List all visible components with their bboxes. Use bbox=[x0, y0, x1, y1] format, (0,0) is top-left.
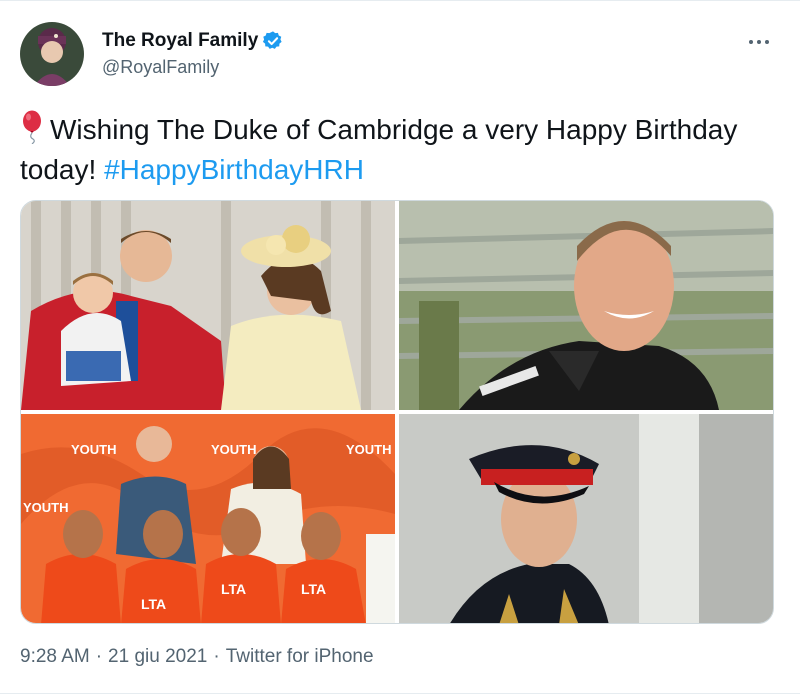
account-handle[interactable]: @RoyalFamily bbox=[102, 57, 284, 78]
svg-text:YOUTH: YOUTH bbox=[71, 442, 117, 457]
youth-tennis-event-photo[interactable]: YOUTH YOUTH YOUTH YOUTH LTA LTA LTA bbox=[21, 414, 395, 623]
tweet-header: The Royal Family @RoyalFamily bbox=[20, 22, 780, 92]
balloon-icon bbox=[20, 110, 44, 145]
meta-separator: · bbox=[95, 646, 103, 667]
tweet-source[interactable]: Twitter for iPhone bbox=[226, 646, 374, 668]
family-balcony-photo[interactable] bbox=[21, 201, 395, 410]
avatar[interactable] bbox=[20, 22, 84, 86]
media-grid: YOUTH YOUTH YOUTH YOUTH LTA LTA LTA bbox=[20, 200, 774, 624]
military-uniform-portrait-photo[interactable] bbox=[399, 414, 773, 623]
tweet-date[interactable]: 21 giu 2021 bbox=[108, 646, 207, 668]
svg-text:LTA: LTA bbox=[141, 596, 166, 612]
bottom-divider bbox=[0, 693, 800, 694]
svg-text:LTA: LTA bbox=[301, 581, 326, 597]
tweet-metadata: 9:28 AM · 21 giu 2021 · Twitter for iPho… bbox=[20, 646, 374, 668]
display-name[interactable]: The Royal Family bbox=[102, 30, 258, 52]
tweet-text: Wishing The Duke of Cambridge a very Hap… bbox=[20, 110, 760, 190]
hashtag-link[interactable]: #HappyBirthdayHRH bbox=[104, 154, 364, 185]
account-names: The Royal Family @RoyalFamily bbox=[102, 29, 284, 78]
svg-text:YOUTH: YOUTH bbox=[23, 500, 69, 515]
racing-suit-portrait-photo[interactable] bbox=[399, 201, 773, 410]
svg-text:YOUTH: YOUTH bbox=[211, 442, 257, 457]
meta-separator: · bbox=[213, 646, 220, 667]
more-options-icon[interactable] bbox=[742, 30, 776, 54]
verified-badge-icon bbox=[262, 30, 284, 52]
svg-text:YOUTH: YOUTH bbox=[346, 442, 392, 457]
tweet-time[interactable]: 9:28 AM bbox=[20, 646, 90, 668]
svg-text:LTA: LTA bbox=[221, 581, 246, 597]
top-divider bbox=[0, 0, 800, 1]
